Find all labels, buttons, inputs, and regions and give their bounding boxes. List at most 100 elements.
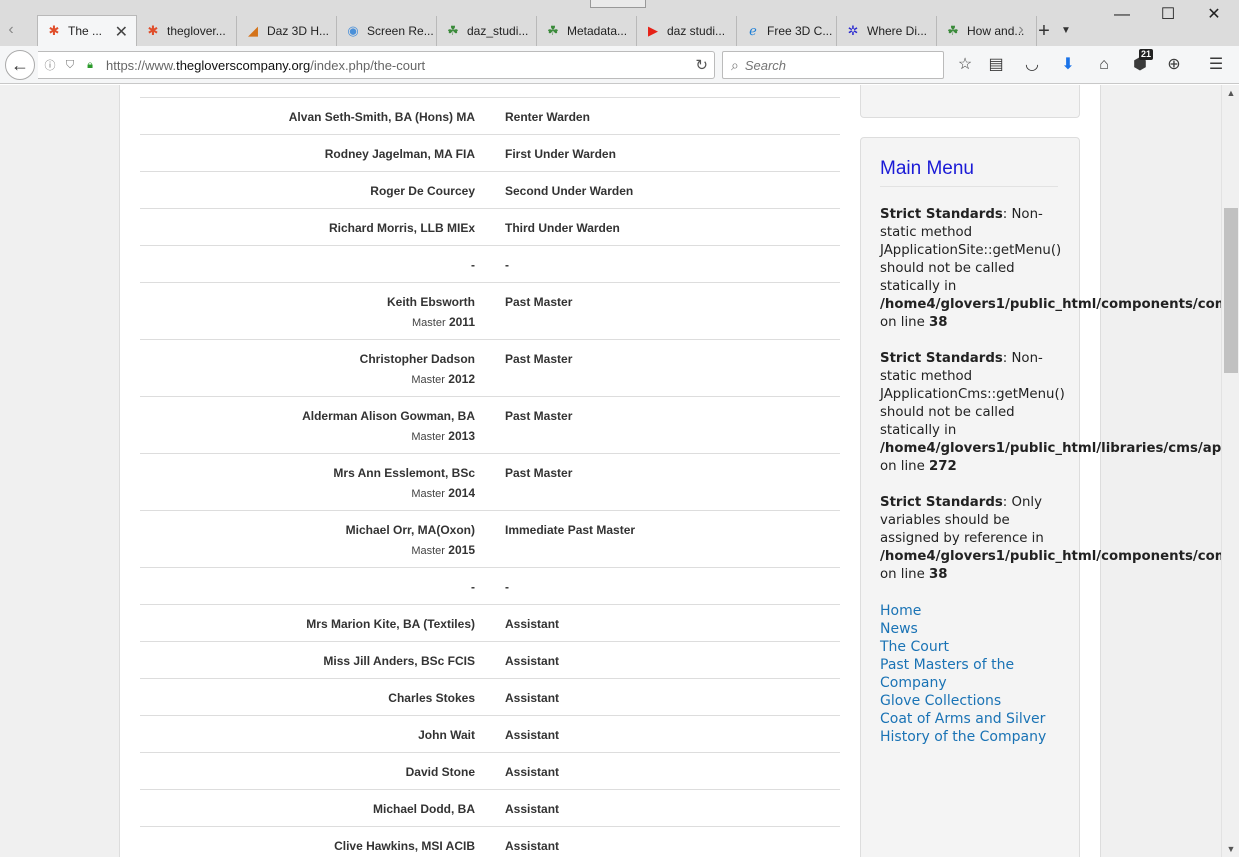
member-role: First Under Warden bbox=[505, 147, 616, 161]
scroll-down-icon[interactable]: ▼ bbox=[1222, 841, 1239, 857]
member-name: David Stone bbox=[405, 765, 475, 779]
main-menu-heading: Main Menu bbox=[880, 158, 1058, 187]
member-name: Keith Ebsworth bbox=[386, 295, 475, 309]
pocket-icon[interactable]: ◡ bbox=[1022, 55, 1042, 75]
url-host: thegloverscompany.org bbox=[176, 57, 311, 73]
zoom-inspect-icon[interactable]: ⊕ bbox=[1164, 55, 1184, 75]
member-name: Christopher Dadson bbox=[359, 352, 475, 366]
page-viewport: Alvan Seth-Smith, BA (Hons) MA Renter War… bbox=[0, 85, 1221, 857]
court-row: Christopher Dadson Master 2012 Past Master bbox=[140, 340, 840, 397]
member-role: Assistant bbox=[505, 839, 560, 853]
main-menu-module: Main Menu Strict Standards: Non-static m… bbox=[860, 137, 1221, 857]
master-year-value: 2013 bbox=[448, 429, 475, 443]
maximize-button[interactable]: ☐ bbox=[1145, 0, 1191, 30]
member-name: Clive Hawkins, MSI ACIB bbox=[334, 839, 475, 853]
tab-title: The ... bbox=[68, 24, 103, 38]
member-name: Miss Jill Anders, BSc FCIS bbox=[323, 654, 475, 668]
scrollbar-thumb[interactable] bbox=[1224, 208, 1238, 373]
warning-line-number: 38 bbox=[929, 567, 948, 582]
menu-link[interactable]: Past Masters of the Company bbox=[880, 656, 1070, 692]
window-drag-grip[interactable] bbox=[590, 0, 646, 8]
addon-icon[interactable]: ⬢ 21 bbox=[1130, 49, 1154, 75]
tab-list-menu-icon[interactable]: ▼ bbox=[1058, 18, 1074, 44]
member-role: Past Master bbox=[505, 352, 573, 366]
browser-tab[interactable]: ◢ Daz 3D H... bbox=[237, 16, 337, 46]
sidebar-content: Strict Standards: Non-static method JApp… bbox=[880, 206, 1221, 746]
gear-icon: ✲ bbox=[847, 23, 859, 38]
wiki-icon: ☘ bbox=[947, 23, 959, 38]
lock-icon: 🔒︎ bbox=[87, 58, 93, 71]
scroll-up-icon[interactable]: ▲ bbox=[1222, 85, 1239, 101]
menu-link[interactable]: Home bbox=[880, 602, 1070, 620]
warning-line-text: on line bbox=[880, 459, 930, 474]
menu-link[interactable]: The Court bbox=[880, 638, 1070, 656]
reload-icon[interactable]: ↻ bbox=[695, 56, 708, 74]
master-year: Master 2015 bbox=[411, 543, 475, 557]
reading-list-icon[interactable]: ▤ bbox=[986, 55, 1006, 75]
menu-link[interactable]: History of the Company bbox=[880, 728, 1070, 746]
court-row: Mrs Marion Kite, BA (Textiles) Assistant bbox=[140, 605, 840, 642]
member-role: - bbox=[505, 258, 509, 272]
browser-tab[interactable]: ▶ daz studi... bbox=[637, 16, 737, 46]
vertical-scrollbar[interactable]: ▲ ▼ bbox=[1221, 85, 1239, 857]
info-icon[interactable]: ⓘ bbox=[42, 57, 58, 73]
member-role: Assistant bbox=[505, 654, 560, 668]
tracking-shield-icon[interactable]: ⛉ bbox=[62, 59, 78, 72]
menu-link[interactable]: Glove Collections bbox=[880, 692, 1070, 710]
member-role: Assistant bbox=[505, 728, 560, 742]
warning-line-number: 272 bbox=[929, 459, 957, 474]
master-year-label: Master bbox=[411, 317, 446, 329]
menu-link[interactable]: Coat of Arms and Silver bbox=[880, 710, 1070, 728]
master-year-value: 2012 bbox=[448, 372, 475, 386]
browser-tab[interactable]: ☘ Metadata... bbox=[537, 16, 637, 46]
new-tab-button[interactable]: + bbox=[1032, 18, 1056, 44]
browser-tab[interactable]: ℯ Free 3D C... bbox=[737, 16, 837, 46]
court-row: -- bbox=[140, 568, 840, 605]
wiki-icon: ☘ bbox=[447, 23, 459, 38]
tab-title: theglover... bbox=[167, 24, 226, 38]
member-role: Assistant bbox=[505, 617, 560, 631]
browser-tab[interactable]: ✲ Where Di... bbox=[837, 16, 937, 46]
tab-title: Screen Re... bbox=[367, 24, 434, 38]
browser-tab[interactable]: ✱ theglover... bbox=[137, 16, 237, 46]
warning-path: /home4/glovers1/public_html/components/c… bbox=[880, 297, 1221, 312]
back-button[interactable]: ← bbox=[5, 50, 35, 80]
search-bar[interactable]: ⌕ bbox=[722, 51, 944, 79]
tab-title: daz_studi... bbox=[467, 24, 529, 38]
member-name: Michael Orr, MA(Oxon) bbox=[345, 523, 475, 537]
browser-tab[interactable]: ☘ daz_studi... bbox=[437, 16, 537, 46]
court-row: John Wait Assistant bbox=[140, 716, 840, 753]
close-window-button[interactable]: ✕ bbox=[1191, 0, 1237, 30]
browser-tab[interactable]: ✱ The ... ✕ bbox=[37, 15, 137, 46]
court-row: Alderman Alison Gowman, BA Master 2013 Pas… bbox=[140, 397, 840, 454]
main-menu-links: Home News The Court Past Masters of the Com… bbox=[880, 602, 1070, 746]
warning-line-number: 38 bbox=[929, 315, 948, 330]
php-warning: Strict Standards: Non-static method JApp… bbox=[880, 350, 1221, 476]
member-name: Mrs Ann Esslemont, BSc bbox=[333, 466, 475, 480]
tab-scroll-right-icon[interactable]: › bbox=[1014, 20, 1028, 40]
menu-link[interactable]: News bbox=[880, 620, 1070, 638]
bookmark-star-icon[interactable]: ☆ bbox=[955, 55, 975, 75]
page-container: Alvan Seth-Smith, BA (Hons) MA Renter War… bbox=[119, 85, 1221, 857]
member-name: - bbox=[471, 580, 475, 594]
court-table: Alvan Seth-Smith, BA (Hons) MA Renter War… bbox=[140, 97, 840, 857]
close-tab-icon[interactable]: ✕ bbox=[115, 22, 128, 42]
downloads-icon[interactable]: ⬇ bbox=[1058, 55, 1078, 75]
browser-tab[interactable]: ◉ Screen Re... bbox=[337, 16, 437, 46]
tab-scroll-left-icon[interactable]: ‹ bbox=[4, 20, 18, 40]
home-icon[interactable]: ⌂ bbox=[1094, 55, 1114, 75]
url-text[interactable]: https://www.thegloverscompany.org/index.… bbox=[106, 58, 425, 73]
search-input[interactable] bbox=[744, 57, 925, 73]
php-warning: Strict Standards: Only variables should … bbox=[880, 494, 1221, 584]
court-row: David Stone Assistant bbox=[140, 753, 840, 790]
warning-label: Strict Standards bbox=[880, 495, 1003, 510]
master-year: Master 2012 bbox=[411, 372, 475, 386]
youtube-icon: ▶ bbox=[648, 23, 658, 38]
master-year-label: Master bbox=[411, 488, 445, 500]
minimize-button[interactable]: — bbox=[1099, 0, 1145, 30]
hamburger-menu-icon[interactable]: ☰ bbox=[1206, 55, 1226, 75]
joomla-icon: ✱ bbox=[48, 23, 60, 38]
member-role: Past Master bbox=[505, 295, 573, 309]
court-row: Roger De Courcey Second Under Warden bbox=[140, 172, 840, 209]
address-bar[interactable]: ⓘ ⛉ 🔒︎ https://www.thegloverscompany.org… bbox=[38, 51, 715, 79]
